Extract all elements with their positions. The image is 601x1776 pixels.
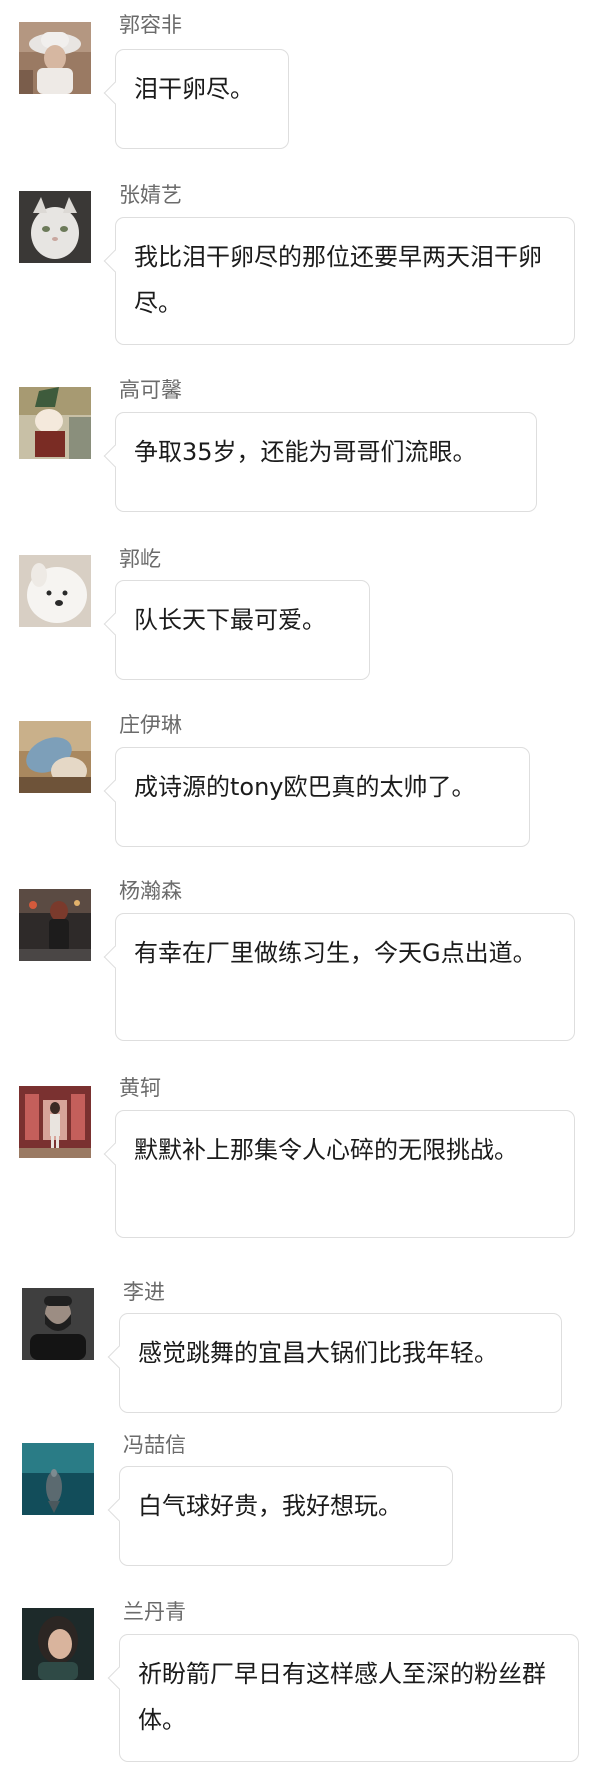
message-text: 有幸在厂里做练习生，今天G点出道。: [134, 939, 537, 967]
message-text: 祈盼箭厂早日有这样感人至深的粉丝群体。: [138, 1660, 546, 1734]
message-bubble: 祈盼箭厂早日有这样感人至深的粉丝群体。: [107, 1634, 579, 1762]
sender-name: 高可馨: [119, 378, 182, 402]
sender-name: 冯喆信: [123, 1433, 186, 1457]
bubble-tail: [103, 612, 127, 636]
bubble-tail: [103, 945, 127, 969]
blurred-photo-avatar[interactable]: [19, 721, 91, 793]
bubble-tail: [103, 81, 127, 105]
message-bubble: 我比泪干卵尽的那位还要早两天泪干卵尽。: [103, 217, 575, 345]
message-bubble: 默默补上那集令人心碎的无限挑战。: [103, 1110, 575, 1238]
street-scene-avatar[interactable]: [19, 889, 91, 961]
message-bubble: 成诗源的tony欧巴真的太帅了。: [103, 747, 530, 847]
sender-name: 兰丹青: [123, 1600, 186, 1624]
bearded-man-avatar[interactable]: [22, 1288, 94, 1360]
bubble-tail: [107, 1345, 131, 1369]
woman-in-white-hat-avatar[interactable]: [19, 22, 91, 94]
message-bubble: 感觉跳舞的宜昌大锅们比我年轻。: [107, 1313, 562, 1413]
bubble-tail: [103, 444, 127, 468]
message-text: 队长天下最可爱。: [134, 606, 326, 634]
dolphin-underwater-avatar[interactable]: [22, 1443, 94, 1515]
cartoon-character-avatar[interactable]: [19, 387, 91, 459]
sender-name: 庄伊琳: [119, 713, 182, 737]
bubble-tail: [107, 1498, 131, 1522]
person-standing-avatar[interactable]: [19, 1086, 91, 1158]
message-text: 泪干卵尽。: [134, 75, 254, 103]
message-bubble: 队长天下最可爱。: [103, 580, 370, 680]
white-dog-avatar[interactable]: [19, 555, 91, 627]
sender-name: 李进: [123, 1280, 165, 1304]
sender-name: 郭容非: [119, 13, 182, 37]
message-bubble: 白气球好贵，我好想玩。: [107, 1466, 453, 1566]
message-text: 成诗源的tony欧巴真的太帅了。: [134, 773, 476, 801]
message-bubble: 泪干卵尽。: [103, 49, 289, 149]
sender-name: 杨瀚森: [119, 879, 182, 903]
woman-portrait-avatar[interactable]: [22, 1608, 94, 1680]
message-text: 我比泪干卵尽的那位还要早两天泪干卵尽。: [134, 243, 542, 317]
message-bubble: 争取35岁，还能为哥哥们流眼。: [103, 412, 537, 512]
message-text: 感觉跳舞的宜昌大锅们比我年轻。: [138, 1339, 498, 1367]
message-text: 争取35岁，还能为哥哥们流眼。: [134, 438, 477, 466]
white-cat-avatar[interactable]: [19, 191, 91, 263]
bubble-tail: [103, 1142, 127, 1166]
bubble-tail: [103, 779, 127, 803]
message-text: 默默补上那集令人心碎的无限挑战。: [134, 1136, 518, 1164]
sender-name: 张婧艺: [119, 183, 182, 207]
bubble-tail: [103, 249, 127, 273]
bubble-tail: [107, 1666, 131, 1690]
sender-name: 郭屹: [119, 547, 161, 571]
message-bubble: 有幸在厂里做练习生，今天G点出道。: [103, 913, 575, 1041]
sender-name: 黄轲: [119, 1076, 161, 1100]
message-text: 白气球好贵，我好想玩。: [138, 1492, 402, 1520]
